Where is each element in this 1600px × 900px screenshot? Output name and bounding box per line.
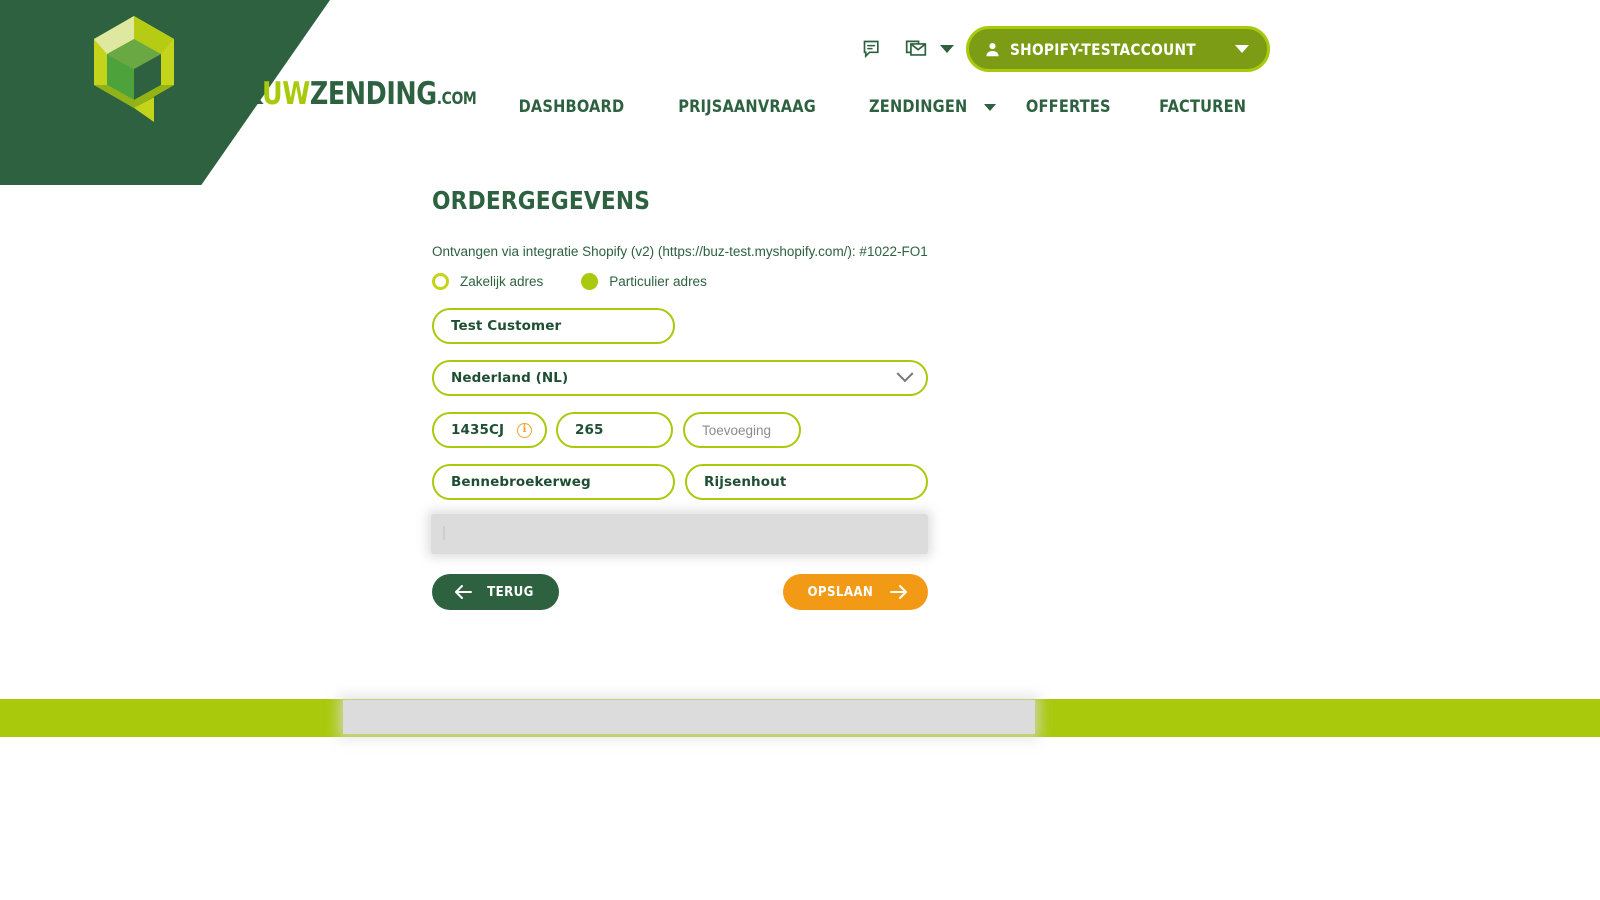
save-button-label: OPSLAAN	[807, 584, 874, 600]
app-page: BOEKUWZENDING.COM SHOPIFY-TESTACCOUNT DA…	[0, 0, 1600, 900]
chevron-down-icon	[896, 365, 914, 383]
nav-item-dashboard[interactable]: DASHBOARD	[504, 97, 639, 117]
nav-item-zendingen-group[interactable]: ZENDINGEN	[844, 97, 1002, 117]
addition-input-placeholder: Toevoeging	[702, 422, 772, 438]
page-title: ORDERGEGEVENS	[432, 186, 651, 215]
mail-dropdown-caret-icon[interactable]	[939, 45, 954, 53]
order-details-panel: ORDERGEGEVENS Ontvangen via integratie S…	[431, 186, 1132, 610]
arrow-right-icon	[890, 585, 907, 599]
header-actions: SHOPIFY-TESTACCOUNT	[850, 26, 1270, 72]
brand-logo[interactable]: BOEKUWZENDING.COM	[88, 12, 540, 124]
loading-caret-mark	[443, 526, 445, 540]
nav-zendingen-caret-icon	[984, 103, 997, 111]
radio-private-label: Particulier adres	[609, 274, 707, 289]
brand-word-zending: ZENDING	[309, 76, 437, 112]
boekuwzending-cube-logo	[94, 16, 174, 122]
account-button[interactable]: SHOPIFY-TESTACCOUNT	[965, 26, 1270, 72]
postcode-row: 1435CJ i 265 Toevoeging	[432, 412, 1132, 448]
nav-item-prijsaanvraag[interactable]: PRIJSAANVRAAG	[663, 97, 830, 117]
chat-button[interactable]	[850, 26, 894, 72]
postcode-input-value: 1435CJ	[451, 422, 505, 438]
brand-word-com: .COM	[436, 89, 477, 109]
address-type-radio-group: Zakelijk adres Particulier adres	[432, 273, 1132, 290]
mail-envelope-icon	[905, 40, 926, 56]
country-select[interactable]: Nederland (NL)	[432, 360, 928, 396]
street-city-row: Bennebroekerweg Rijsenhout	[432, 464, 1132, 500]
account-caret-icon	[1235, 45, 1249, 53]
city-input[interactable]: Rijsenhout	[685, 464, 928, 500]
form-actions: TERUG OPSLAAN	[432, 574, 928, 610]
nav-item-facturen[interactable]: FACTUREN	[1144, 97, 1260, 117]
loading-placeholder-row	[431, 514, 1132, 554]
housenumber-input[interactable]: 265	[556, 412, 673, 448]
street-input[interactable]: Bennebroekerweg	[432, 464, 675, 500]
brand-word-boek: BOEK	[186, 76, 262, 112]
name-input-value: Test Customer	[451, 318, 562, 334]
person-icon	[986, 42, 999, 56]
brand-word-uw: UW	[261, 76, 310, 112]
mail-button[interactable]	[894, 26, 938, 72]
info-circle-icon[interactable]: i	[517, 422, 532, 438]
country-row: Nederland (NL)	[432, 360, 1132, 396]
loading-skeleton-overlay	[431, 514, 928, 554]
arrow-left-icon	[455, 585, 472, 599]
order-source-text: Ontvangen via integratie Shopify (v2) (h…	[432, 244, 928, 259]
radio-business-label: Zakelijk adres	[460, 274, 544, 289]
radio-business-indicator	[432, 273, 449, 290]
save-button[interactable]: OPSLAAN	[783, 574, 928, 610]
name-row: Test Customer	[432, 308, 1132, 344]
main-navigation: DASHBOARD PRIJSAANVRAAG ZENDINGEN OFFERT…	[493, 97, 1270, 117]
name-input[interactable]: Test Customer	[432, 308, 675, 344]
radio-option-private[interactable]: Particulier adres	[581, 273, 707, 290]
city-input-value: Rijsenhout	[704, 474, 787, 490]
addition-input[interactable]: Toevoeging	[683, 412, 801, 448]
footer-loading-skeleton	[343, 700, 1035, 734]
back-button-label: TERUG	[487, 584, 534, 600]
chat-bubble-icon	[863, 40, 879, 59]
postcode-input[interactable]: 1435CJ i	[432, 412, 547, 448]
back-button[interactable]: TERUG	[432, 574, 559, 610]
nav-item-zendingen[interactable]: ZENDINGEN	[854, 97, 982, 117]
radio-private-indicator	[581, 273, 599, 290]
housenumber-input-value: 265	[575, 422, 604, 438]
account-label: SHOPIFY-TESTACCOUNT	[1009, 39, 1196, 59]
nav-item-offertes[interactable]: OFFERTES	[1011, 97, 1125, 117]
street-input-value: Bennebroekerweg	[451, 474, 591, 490]
radio-option-business[interactable]: Zakelijk adres	[432, 273, 543, 290]
brand-wordmark: BOEKUWZENDING.COM	[186, 76, 477, 112]
country-select-value: Nederland (NL)	[451, 370, 569, 386]
